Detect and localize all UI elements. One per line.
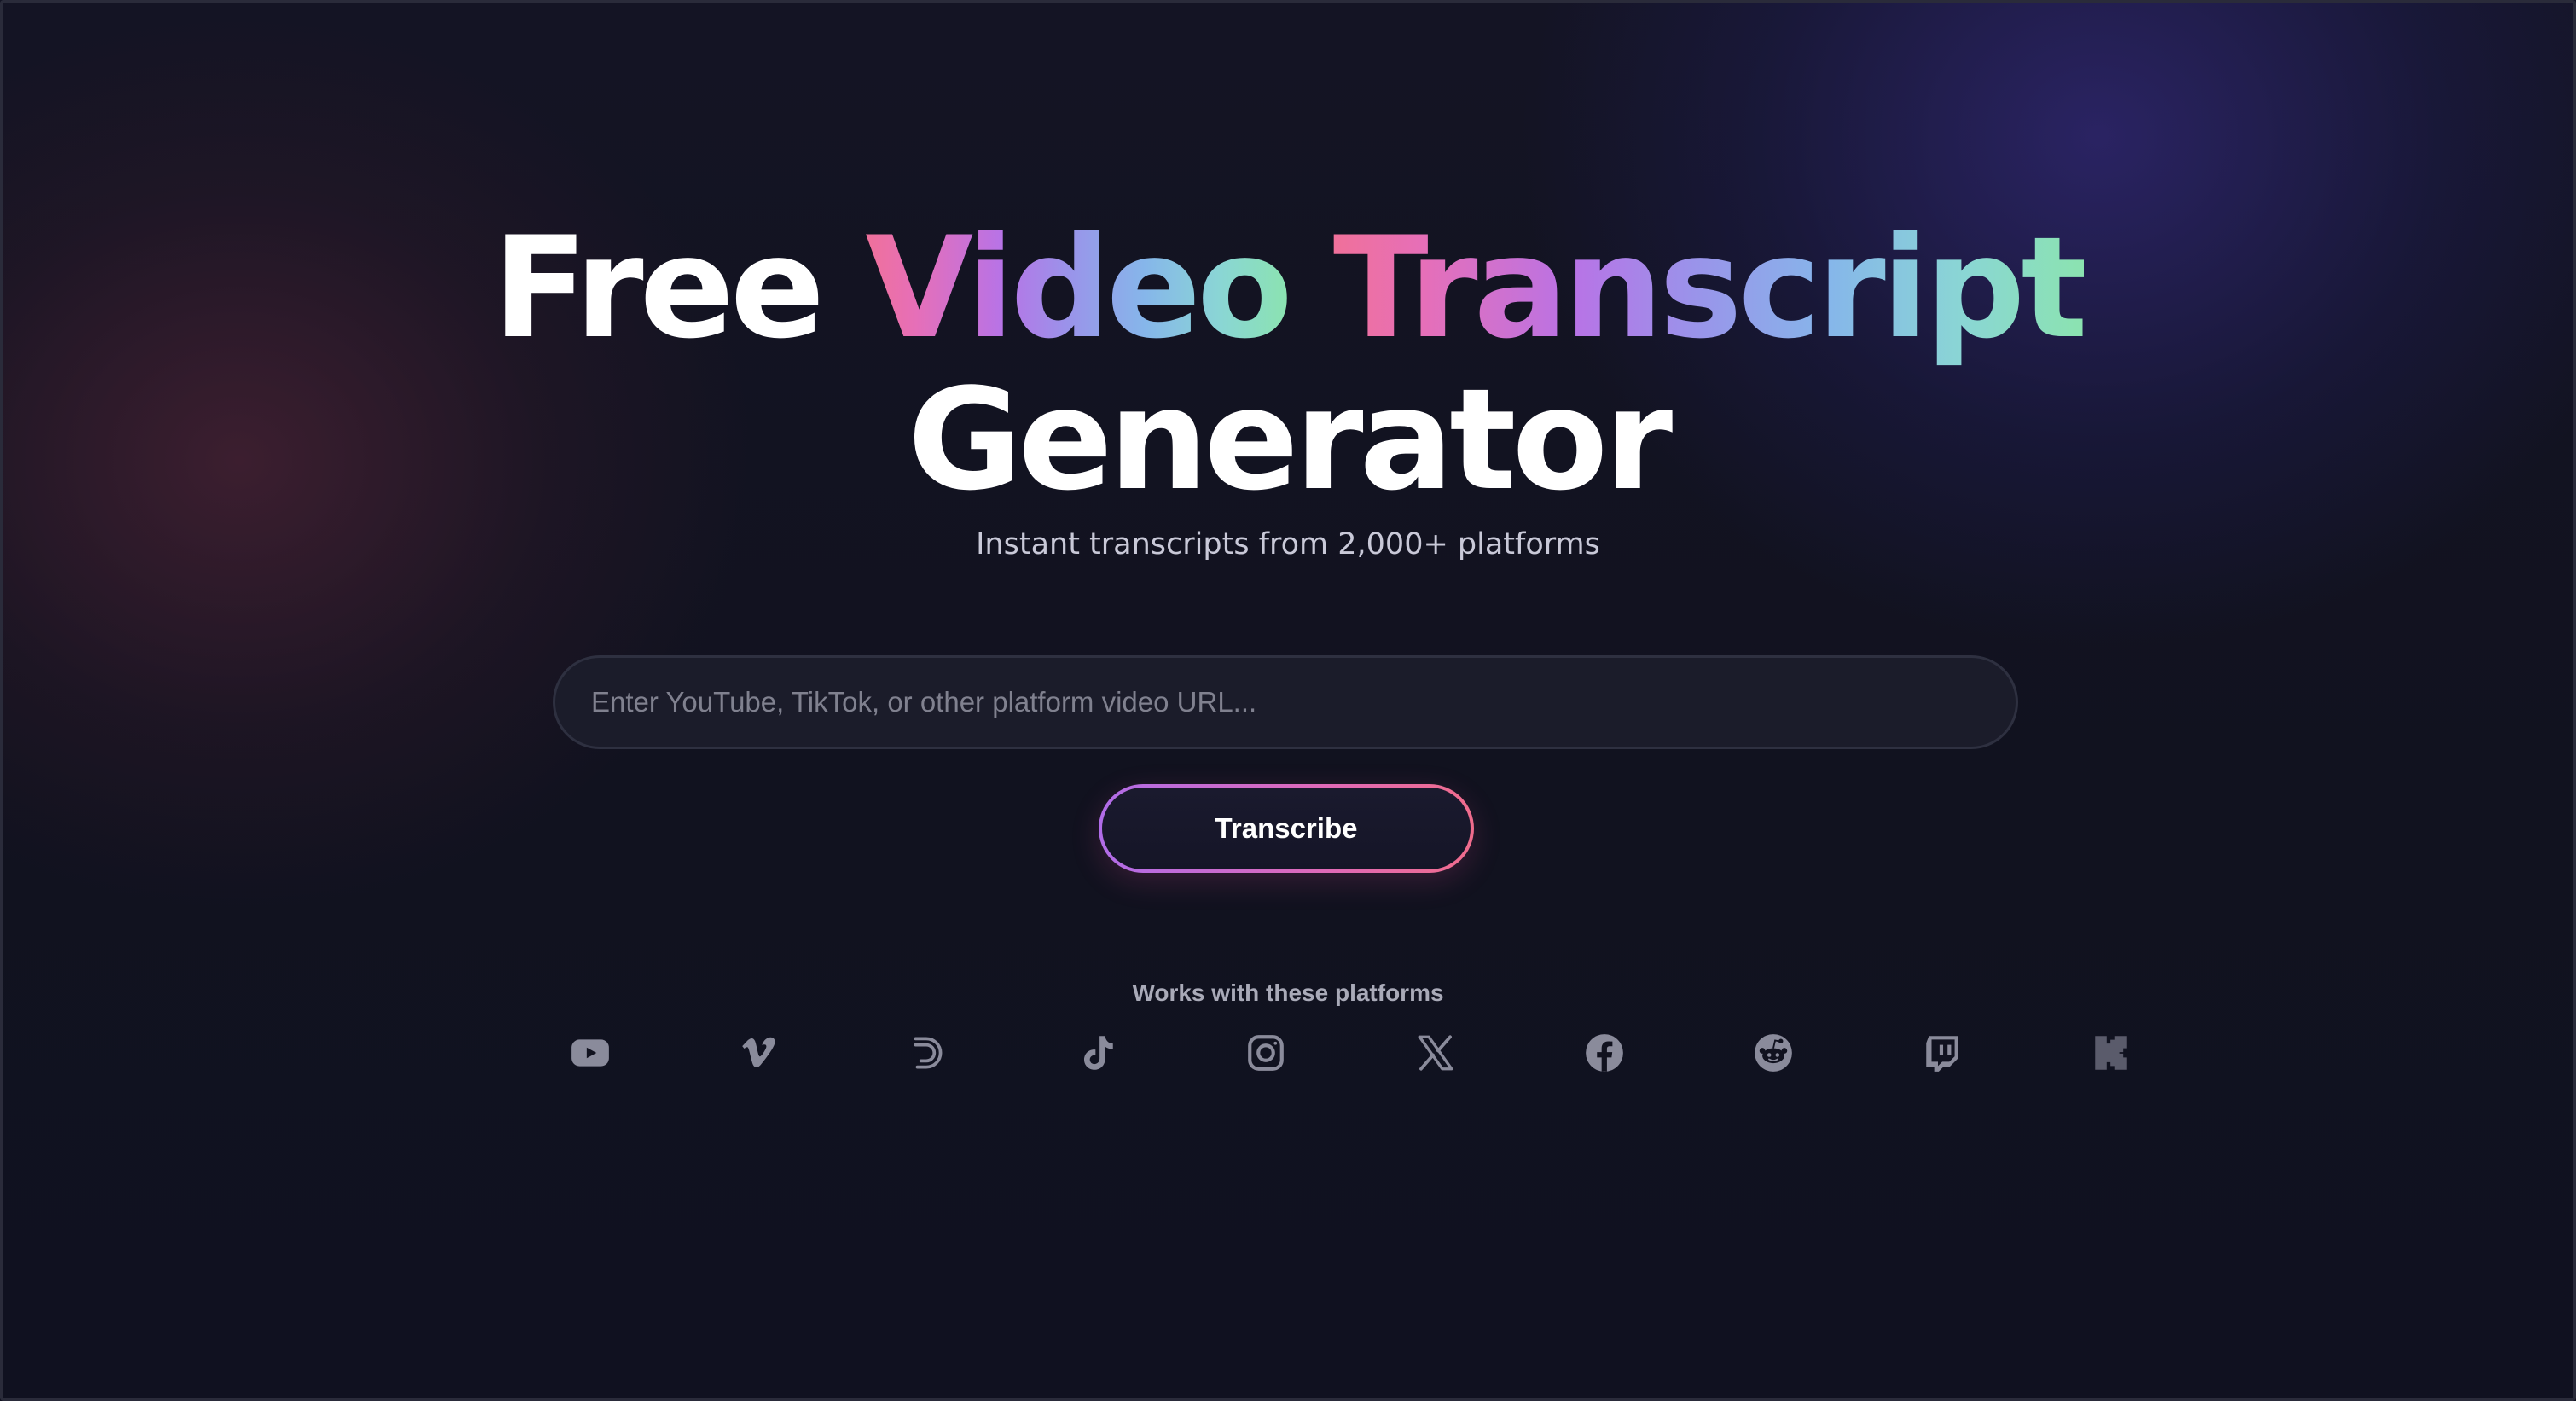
instagram-icon[interactable] bbox=[1242, 1029, 1290, 1077]
x-icon[interactable] bbox=[1412, 1029, 1459, 1077]
kick-icon[interactable] bbox=[2087, 1029, 2135, 1077]
tiktok-icon[interactable] bbox=[1073, 1029, 1121, 1077]
video-url-input[interactable] bbox=[553, 655, 2018, 749]
hero-title-line-1: Free Video Transcript bbox=[0, 218, 2576, 358]
dailymotion-icon[interactable] bbox=[904, 1029, 952, 1077]
hero-subtitle: Instant transcripts from 2,000+ platform… bbox=[976, 527, 1600, 561]
title-word-generator: Generator bbox=[907, 358, 1673, 521]
vimeo-icon[interactable] bbox=[735, 1029, 783, 1077]
title-word-transcript: Transcript bbox=[1332, 206, 2088, 369]
reddit-icon[interactable] bbox=[1749, 1029, 1797, 1077]
hero-title-line-2: Generator bbox=[0, 370, 2576, 510]
facebook-icon[interactable] bbox=[1581, 1029, 1628, 1077]
twitch-icon[interactable] bbox=[1918, 1029, 1966, 1077]
youtube-icon[interactable] bbox=[566, 1029, 614, 1077]
title-word-free: Free bbox=[492, 206, 825, 369]
platforms-heading: Works with these platforms bbox=[1132, 980, 1444, 1006]
transcribe-button-border: Transcribe bbox=[1099, 784, 1474, 873]
transcribe-button[interactable]: Transcribe bbox=[1102, 788, 1471, 869]
platform-icons-row bbox=[0, 1029, 2576, 1080]
title-word-video: Video bbox=[865, 206, 1293, 369]
